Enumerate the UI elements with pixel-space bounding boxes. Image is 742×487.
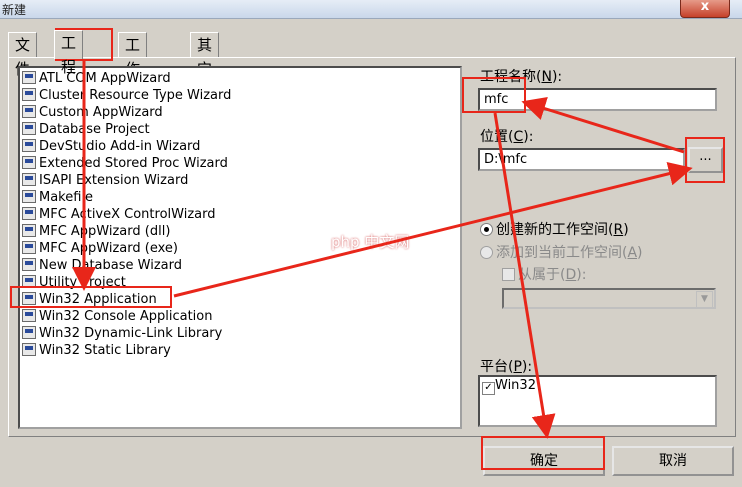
list-item[interactable]: ATL COM AppWizard: [22, 70, 171, 87]
dependency-label: 从属于(D):: [518, 267, 587, 283]
dll-icon: [22, 326, 36, 339]
create-workspace-label: 创建新的工作空间(R): [496, 222, 629, 238]
list-item[interactable]: Custom AppWizard: [22, 104, 163, 121]
cluster-wizard-icon: [22, 88, 36, 101]
addin-wizard-icon: [22, 139, 36, 152]
atl-wizard-icon: [22, 71, 36, 84]
window-title: 新建: [2, 3, 27, 17]
platform-list[interactable]: ✓ Win32: [478, 375, 717, 427]
list-item[interactable]: Makefile: [22, 189, 93, 206]
mfc-dll-wizard-icon: [22, 224, 36, 237]
dependency-checkbox[interactable]: [502, 268, 515, 281]
checkmark-icon: ✓: [482, 382, 495, 395]
list-item[interactable]: Cluster Resource Type Wizard: [22, 87, 231, 104]
new-database-wizard-icon: [22, 258, 36, 271]
stored-proc-wizard-icon: [22, 156, 36, 169]
tab-workspace[interactable]: 工作区: [118, 32, 148, 102]
isapi-wizard-icon: [22, 173, 36, 186]
list-item[interactable]: Extended Stored Proc Wizard: [22, 155, 228, 172]
location-label: 位置(C):: [480, 129, 534, 145]
close-button[interactable]: x: [680, 0, 730, 18]
tab-file[interactable]: 文件: [8, 32, 38, 78]
list-item[interactable]: MFC AppWizard (exe): [22, 240, 178, 257]
tab-project[interactable]: 工程: [54, 30, 84, 76]
browse-button[interactable]: ...: [688, 147, 723, 173]
list-item[interactable]: DevStudio Add-in Wizard: [22, 138, 200, 155]
utility-project-icon: [22, 275, 36, 288]
activex-wizard-icon: [22, 207, 36, 220]
list-item[interactable]: MFC ActiveX ControlWizard: [22, 206, 215, 223]
list-item[interactable]: Utility Project: [22, 274, 126, 291]
project-name-label: 工程名称(N):: [480, 69, 563, 85]
add-workspace-radio[interactable]: [480, 246, 493, 259]
mfc-exe-wizard-icon: [22, 241, 36, 254]
platform-item[interactable]: ✓ Win32: [482, 379, 536, 395]
database-project-icon: [22, 122, 36, 135]
list-item[interactable]: Win32 Console Application: [22, 308, 212, 325]
radio-dot-icon: [484, 227, 489, 232]
custom-wizard-icon: [22, 105, 36, 118]
win32-application-icon: [22, 292, 36, 305]
create-workspace-radio[interactable]: [480, 223, 493, 236]
list-item[interactable]: ISAPI Extension Wizard: [22, 172, 188, 189]
list-item[interactable]: Database Project: [22, 121, 150, 138]
list-item[interactable]: Win32 Dynamic-Link Library: [22, 325, 222, 342]
chevron-down-icon: ▼: [696, 291, 713, 308]
tab-other-documents[interactable]: 其它文档: [190, 32, 220, 126]
add-workspace-label: 添加到当前工作空间(A): [496, 245, 643, 261]
close-icon: x: [700, 0, 710, 14]
list-item[interactable]: MFC AppWizard (dll): [22, 223, 170, 240]
list-item-selected[interactable]: Win32 Application: [22, 291, 157, 308]
dependency-select[interactable]: ▼: [502, 288, 716, 309]
ok-button[interactable]: 确定: [483, 446, 605, 476]
list-item[interactable]: Win32 Static Library: [22, 342, 171, 359]
project-name-input[interactable]: mfc: [478, 88, 717, 111]
watermark: php 中文网: [331, 233, 410, 251]
list-item[interactable]: New Database Wizard: [22, 257, 182, 274]
console-application-icon: [22, 309, 36, 322]
platform-label: 平台(P):: [480, 359, 533, 375]
title-bar: 新建 x: [0, 0, 742, 19]
location-input[interactable]: D:\mfc: [478, 148, 685, 171]
static-library-icon: [22, 343, 36, 356]
makefile-icon: [22, 190, 36, 203]
cancel-button[interactable]: 取消: [612, 446, 734, 476]
